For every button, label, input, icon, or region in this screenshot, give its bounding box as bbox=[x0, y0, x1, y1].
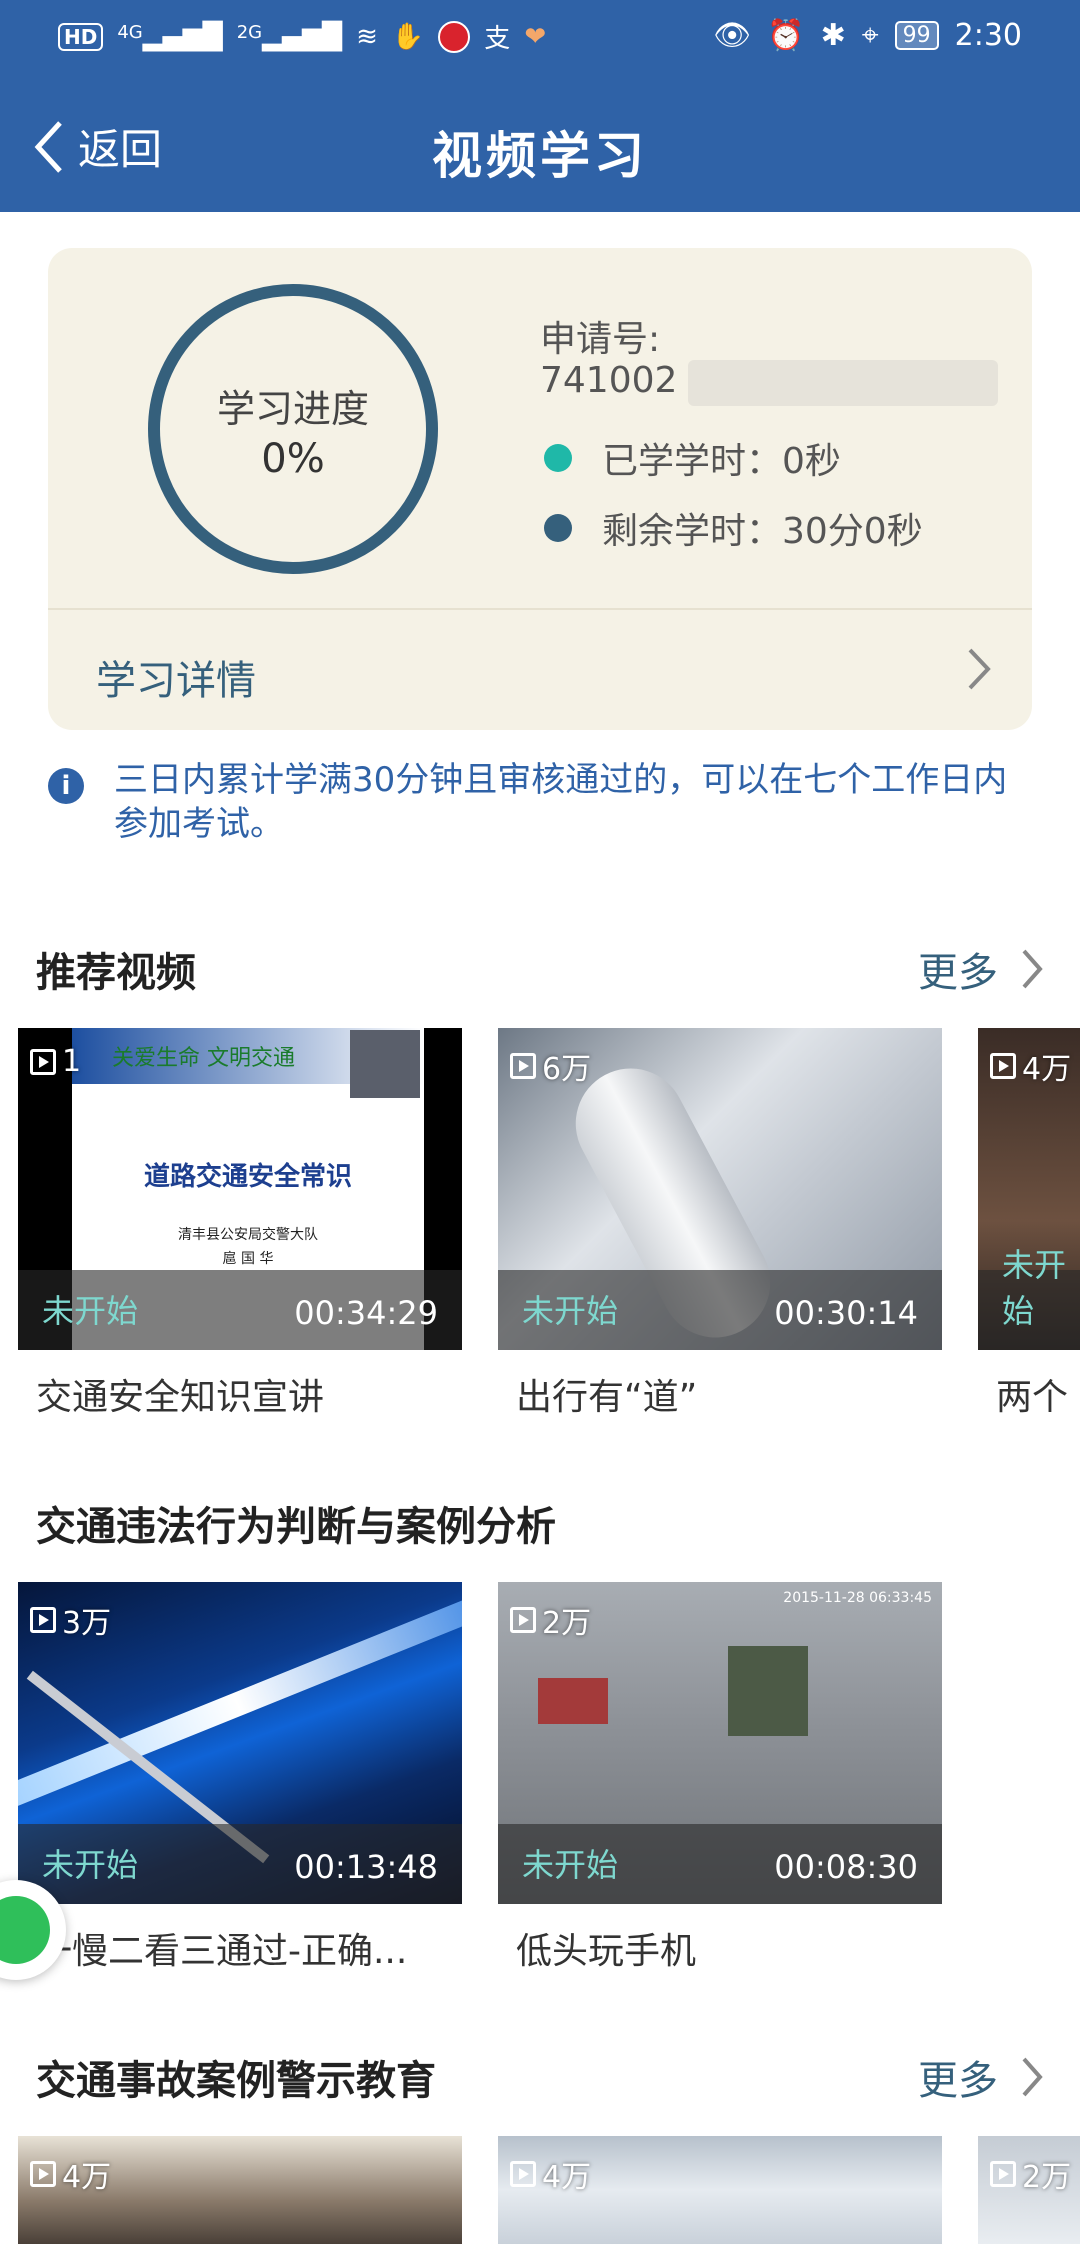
remaining-time-row: 剩余学时：30分0秒 bbox=[544, 502, 923, 554]
battery-icon: 99 bbox=[894, 21, 939, 50]
health-icon: ❤ bbox=[524, 21, 547, 52]
chevron-right-icon bbox=[1022, 949, 1043, 989]
more-button-accidents[interactable]: 更多 bbox=[918, 2048, 1044, 2106]
studied-time-row: 已学学时：0秒 bbox=[544, 432, 841, 484]
slide-title: 道路交通安全常识 bbox=[143, 1162, 352, 1192]
divider bbox=[48, 608, 1032, 610]
play-icon bbox=[30, 2161, 56, 2187]
video-title[interactable]: 出行有“道” bbox=[516, 1368, 697, 1420]
signal-4g-icon: 4G▂▄▆█ bbox=[117, 21, 223, 52]
more-label: 更多 bbox=[918, 950, 998, 996]
more-button-recommended[interactable]: 更多 bbox=[918, 940, 1044, 998]
play-icon bbox=[30, 1607, 56, 1633]
progress-value: 0% bbox=[261, 436, 325, 482]
video-title[interactable]: 交通安全知识宣讲 bbox=[36, 1368, 324, 1420]
status-bar: HD 4G▂▄▆█ 2G▂▄▆█ ≋ ✋ 支 ❤ 👁 ⏰ ✱ ⌖ 99 2:30 bbox=[0, 0, 1080, 80]
play-icon bbox=[990, 2161, 1016, 2187]
watch-status: 未开始 bbox=[42, 1292, 139, 1330]
video-title[interactable]: 两个 bbox=[996, 1368, 1080, 1420]
back-button[interactable]: 返回 bbox=[32, 116, 162, 177]
play-icon bbox=[510, 2161, 536, 2187]
status-icons-right: 👁 ⏰ ✱ ⌖ 99 2:30 bbox=[713, 18, 1022, 53]
video-thumbnail[interactable]: 3万 未开始 00:13:48 bbox=[18, 1582, 462, 1904]
presenter-image bbox=[350, 1030, 420, 1098]
video-thumbnail[interactable]: 关爱生命 文明交通 道路交通安全常识 清丰县公安局交警大队 扈 国 华 1 未开… bbox=[18, 1028, 462, 1350]
studied-dot-icon bbox=[544, 444, 572, 472]
remaining-dot-icon bbox=[544, 514, 572, 542]
section-title-recommended: 推荐视频 bbox=[36, 950, 196, 996]
bus-image bbox=[538, 1678, 608, 1724]
study-detail-link[interactable]: 学习详情 bbox=[96, 648, 256, 706]
video-duration: 00:30:14 bbox=[774, 1294, 918, 1332]
section-title-accidents: 交通事故案例警示教育 bbox=[36, 2058, 436, 2104]
remaining-time: 剩余学时：30分0秒 bbox=[602, 511, 923, 552]
video-title[interactable]: 一慢二看三通过-正确... bbox=[36, 1922, 456, 1974]
watch-status: 未开始 bbox=[522, 1846, 619, 1884]
video-thumbnail[interactable]: 2万 bbox=[978, 2136, 1080, 2244]
view-count: 4万 bbox=[30, 2152, 111, 2196]
slide-org: 清丰县公安局交警大队 bbox=[178, 1227, 318, 1243]
back-label: 返回 bbox=[78, 125, 163, 174]
video-duration: 00:13:48 bbox=[294, 1848, 438, 1886]
wifi-icon: ≋ bbox=[356, 21, 378, 52]
view-count: 6万 bbox=[510, 1044, 591, 1088]
video-duration: 00:08:30 bbox=[774, 1848, 918, 1886]
slide-name: 扈 国 华 bbox=[222, 1251, 274, 1267]
hand-icon: ✋ bbox=[391, 21, 425, 52]
more-label: 更多 bbox=[918, 2058, 998, 2104]
video-thumbnail[interactable]: 4万 未开始 bbox=[978, 1028, 1080, 1350]
view-count: 2万 bbox=[510, 1598, 591, 1642]
slide-header: 关爱生命 文明交通 bbox=[112, 1046, 295, 1071]
timestamp-overlay: 2015-11-28 06:33:45 bbox=[783, 1590, 932, 1606]
bluetooth-icon: ✱ bbox=[820, 18, 846, 53]
watch-status: 未开始 bbox=[42, 1846, 139, 1884]
location-icon: ⌖ bbox=[861, 18, 879, 53]
notice-text: 三日内累计学满30分钟且审核通过的，可以在七个工作日内参加考试。 bbox=[114, 760, 1008, 844]
view-count: 4万 bbox=[510, 2152, 591, 2196]
eye-icon: 👁 bbox=[713, 18, 752, 53]
redacted-area bbox=[688, 360, 998, 406]
truck-image bbox=[728, 1646, 808, 1736]
play-icon bbox=[30, 1048, 56, 1075]
view-count: 2万 bbox=[990, 2152, 1071, 2196]
chevron-right-icon bbox=[1022, 2057, 1043, 2097]
progress-label: 学习进度 bbox=[216, 387, 369, 431]
view-count: 1 bbox=[30, 1044, 81, 1079]
application-number: 741002 bbox=[540, 360, 678, 401]
view-count: 3万 bbox=[30, 1598, 111, 1642]
application-label: 申请号: bbox=[540, 319, 661, 360]
status-icons-left: HD 4G▂▄▆█ 2G▂▄▆█ ≋ ✋ 支 ❤ bbox=[58, 18, 546, 55]
hd-icon: HD bbox=[58, 22, 104, 51]
clock-time: 2:30 bbox=[954, 18, 1022, 53]
app-icon bbox=[438, 20, 471, 53]
nav-bar: 视频学习 返回 bbox=[0, 80, 1080, 212]
video-thumbnail[interactable]: 4万 bbox=[498, 2136, 942, 2244]
studied-time: 已学学时：0秒 bbox=[602, 441, 841, 482]
wechat-icon bbox=[0, 1896, 50, 1964]
alarm-icon: ⏰ bbox=[767, 18, 805, 53]
video-thumbnail[interactable]: 6万 未开始 00:30:14 bbox=[498, 1028, 942, 1350]
watch-status: 未开始 bbox=[1002, 1246, 1067, 1330]
alipay-icon: 支 bbox=[484, 24, 511, 54]
view-count: 4万 bbox=[990, 1044, 1071, 1088]
video-thumbnail[interactable]: 2015-11-28 06:33:45 2万 未开始 00:08:30 bbox=[498, 1582, 942, 1904]
video-title[interactable]: 低头玩手机 bbox=[516, 1922, 696, 1974]
play-icon bbox=[510, 1607, 536, 1633]
chevron-left-icon bbox=[34, 120, 62, 173]
info-icon: i bbox=[48, 768, 84, 804]
chevron-right-icon[interactable] bbox=[966, 646, 992, 692]
progress-card: 学习进度 0% 申请号: 741002 已学学时：0秒 剩余学时：30分0秒 学… bbox=[48, 248, 1032, 730]
watch-status: 未开始 bbox=[522, 1292, 619, 1330]
section-title-violations: 交通违法行为判断与案例分析 bbox=[36, 1504, 556, 1550]
video-duration: 00:34:29 bbox=[294, 1294, 438, 1332]
play-icon bbox=[990, 1053, 1016, 1079]
progress-ring: 学习进度 0% bbox=[148, 284, 438, 574]
play-icon bbox=[510, 1053, 536, 1079]
video-thumbnail[interactable]: 4万 bbox=[18, 2136, 462, 2244]
signal-2g-icon: 2G▂▄▆█ bbox=[236, 21, 343, 52]
